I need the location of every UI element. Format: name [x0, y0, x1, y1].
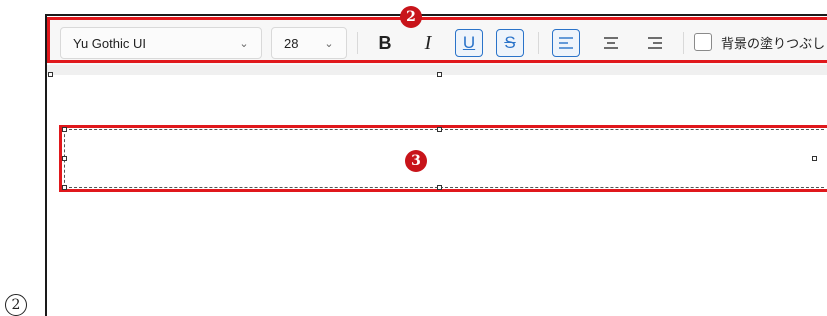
callout-badge-textbox: 3 — [405, 150, 427, 172]
canvas-top-border — [45, 14, 827, 16]
resize-handle[interactable] — [62, 156, 67, 161]
step-marker: 2 — [5, 294, 27, 316]
toolbar-highlight-frame — [47, 17, 827, 63]
resize-handle[interactable] — [437, 185, 442, 190]
resize-handle[interactable] — [48, 72, 53, 77]
resize-handle[interactable] — [62, 185, 67, 190]
resize-handle[interactable] — [437, 72, 442, 77]
resize-handle[interactable] — [812, 156, 817, 161]
resize-handle[interactable] — [437, 127, 442, 132]
resize-handle[interactable] — [62, 127, 67, 132]
text-box[interactable] — [64, 129, 824, 188]
callout-badge-toolbar: 2 — [400, 6, 422, 28]
